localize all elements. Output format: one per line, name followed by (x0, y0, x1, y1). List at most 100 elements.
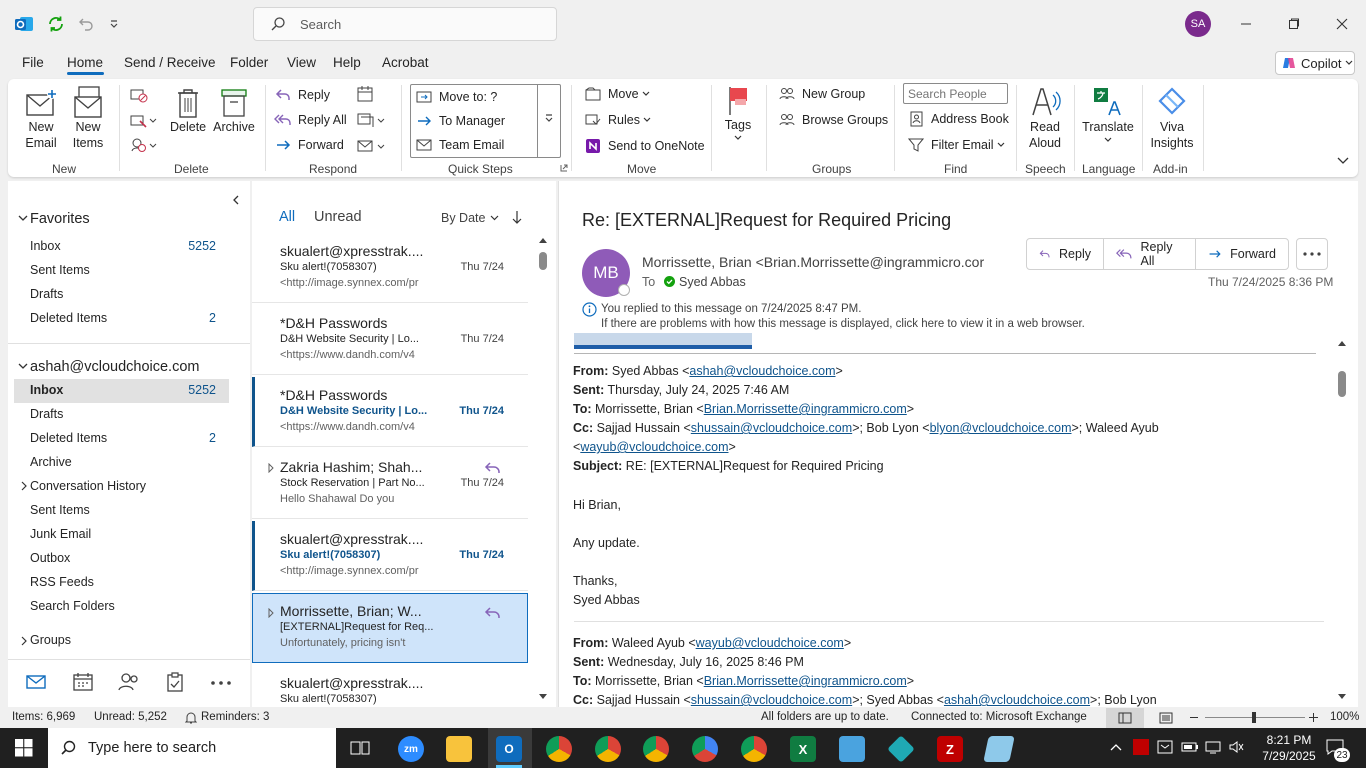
favorites-header[interactable]: Favorites (30, 211, 90, 227)
clock-time[interactable]: 8:21 PM (1260, 733, 1318, 747)
undo-icon[interactable] (76, 14, 96, 34)
folder-search-folders[interactable]: Search Folders (30, 599, 230, 613)
file-explorer-icon[interactable] (446, 736, 472, 762)
collapse-pane-icon[interactable] (232, 195, 240, 205)
favorite-deleted-items[interactable]: Deleted Items (30, 311, 230, 325)
filter-email-button[interactable]: Filter Email (907, 137, 1005, 153)
chevron-right-icon[interactable] (21, 481, 27, 491)
scrollbar-thumb[interactable] (539, 252, 547, 270)
tab-help[interactable]: Help (333, 55, 361, 70)
folder-deleted-items[interactable]: Deleted Items (30, 431, 230, 445)
excel-icon[interactable]: X (790, 736, 816, 762)
list-item[interactable]: skualert@xpresstrak.... Sku alert!(70583… (252, 665, 528, 707)
email-link[interactable]: shussain@vcloudchoice.com (691, 693, 852, 707)
favorite-sent-items[interactable]: Sent Items (30, 263, 230, 277)
sort-direction-icon[interactable] (512, 210, 522, 224)
forward-action-button[interactable]: Forward (1196, 239, 1288, 269)
folder-junk-email[interactable]: Junk Email (30, 527, 230, 541)
quick-step-to-manager[interactable]: To Manager (415, 113, 505, 129)
dialog-launcher-icon[interactable] (560, 164, 568, 172)
zoom-slider-thumb[interactable] (1252, 712, 1256, 723)
folder-conversation-history[interactable]: Conversation History (30, 479, 230, 493)
chrome-icon[interactable] (643, 736, 669, 762)
volume-icon[interactable] (1228, 740, 1244, 754)
tab-view[interactable]: View (287, 55, 316, 70)
normal-view-button[interactable] (1106, 708, 1144, 728)
read-aloud-button[interactable]: Read Aloud (1024, 85, 1066, 151)
more-apps-icon[interactable] (210, 680, 232, 686)
more-actions-button[interactable] (1296, 238, 1328, 270)
list-item[interactable]: skualert@xpresstrak.... Sku alert!(70583… (252, 233, 528, 303)
filezilla-icon[interactable]: Z (937, 736, 963, 762)
reply-action-button[interactable]: Reply (1027, 239, 1104, 269)
quick-step-team-email[interactable]: Team Email (415, 137, 504, 153)
list-item[interactable]: skualert@xpresstrak.... Sku alert!(70583… (252, 521, 528, 591)
im-icon[interactable] (356, 111, 386, 129)
favorite-drafts[interactable]: Drafts (30, 287, 230, 301)
network-icon[interactable] (1205, 740, 1221, 754)
more-respond-icon[interactable] (356, 137, 386, 155)
zoom-in-icon[interactable] (1309, 713, 1318, 722)
calendar-icon[interactable] (73, 673, 93, 691)
email-link[interactable]: wayub@vcloudchoice.com (696, 636, 844, 650)
tab-unread[interactable]: Unread (314, 209, 362, 225)
quick-step-move-to[interactable]: Move to: ? (415, 89, 497, 105)
tab-file[interactable]: File (22, 55, 44, 70)
customize-toolbar-icon[interactable] (104, 14, 124, 34)
chevron-down-icon[interactable] (18, 214, 28, 222)
sender-name[interactable]: Morrissette, Brian <Brian.Morrissette@in… (642, 254, 984, 270)
chrome-icon[interactable] (692, 736, 718, 762)
chevron-right-icon[interactable] (21, 636, 27, 646)
sort-by-date-button[interactable]: By Date (441, 211, 499, 225)
sync-icon[interactable] (46, 14, 66, 34)
zoom-out-icon[interactable] (1190, 717, 1198, 718)
gallery-expand-icon[interactable] (544, 113, 554, 123)
chevron-up-icon[interactable] (1110, 743, 1122, 751)
list-item-selected[interactable]: Morrissette, Brian; W... [EXTERNAL]Reque… (252, 593, 528, 663)
new-items-button[interactable]: New Items (66, 85, 110, 151)
new-email-button[interactable]: New Email (22, 87, 60, 151)
expand-conversation-icon[interactable] (268, 608, 274, 618)
collapse-ribbon-icon[interactable] (1337, 157, 1349, 165)
translate-button[interactable]: Translate (1081, 85, 1135, 143)
move-button[interactable]: Move (584, 86, 650, 102)
email-link[interactable]: blyon@vcloudchoice.com (930, 421, 1072, 435)
junk-icon[interactable] (130, 137, 158, 153)
user-avatar[interactable]: SA (1185, 11, 1211, 37)
chrome-icon[interactable] (741, 736, 767, 762)
reply-all-button[interactable]: Reply All (274, 112, 347, 128)
folder-rss-feeds[interactable]: RSS Feeds (30, 575, 230, 589)
send-to-onenote-button[interactable]: Send to OneNote (584, 138, 705, 154)
zoom-level[interactable]: 100% (1330, 711, 1359, 723)
clock-date[interactable]: 7/29/2025 (1260, 749, 1318, 763)
list-item[interactable]: *D&H Passwords D&H Website Security | Lo… (252, 377, 528, 447)
email-link[interactable]: Brian.Morrissette@ingrammicro.com (704, 402, 907, 416)
forward-button[interactable]: Forward (274, 137, 344, 153)
windows-start-icon[interactable] (15, 739, 33, 757)
tab-acrobat[interactable]: Acrobat (382, 55, 429, 70)
filezilla-tray-icon[interactable] (1133, 739, 1149, 755)
new-group-button[interactable]: New Group (778, 86, 865, 102)
tab-all[interactable]: All (279, 209, 295, 225)
expand-conversation-icon[interactable] (268, 463, 274, 473)
email-link[interactable]: wayub@vcloudchoice.com (580, 440, 728, 454)
chrome-icon[interactable] (595, 736, 621, 762)
scrollbar-thumb[interactable] (1338, 371, 1346, 397)
battery-icon[interactable] (1181, 741, 1199, 753)
chrome-icon[interactable] (546, 736, 572, 762)
search-box[interactable]: Search (253, 7, 557, 41)
ignore-icon[interactable] (130, 87, 148, 103)
account-header[interactable]: ashah@vcloudchoice.com (30, 359, 199, 375)
scroll-up-icon[interactable] (538, 237, 548, 244)
list-item[interactable]: Zakria Hashim; Shah... Stock Reservation… (252, 449, 528, 519)
tab-folder[interactable]: Folder (230, 55, 268, 70)
minimize-icon[interactable] (1234, 12, 1258, 36)
scroll-down-icon[interactable] (538, 693, 548, 700)
mail-icon[interactable] (26, 674, 46, 690)
recipient-name[interactable]: Syed Abbas (679, 275, 746, 289)
copilot-button[interactable]: Copilot (1275, 51, 1355, 75)
close-icon[interactable] (1330, 12, 1354, 36)
outlook-taskbar-icon[interactable]: O (496, 736, 522, 762)
list-item[interactable]: *D&H Passwords D&H Website Security | Lo… (252, 305, 528, 375)
tray-app-icon[interactable] (1157, 740, 1173, 754)
